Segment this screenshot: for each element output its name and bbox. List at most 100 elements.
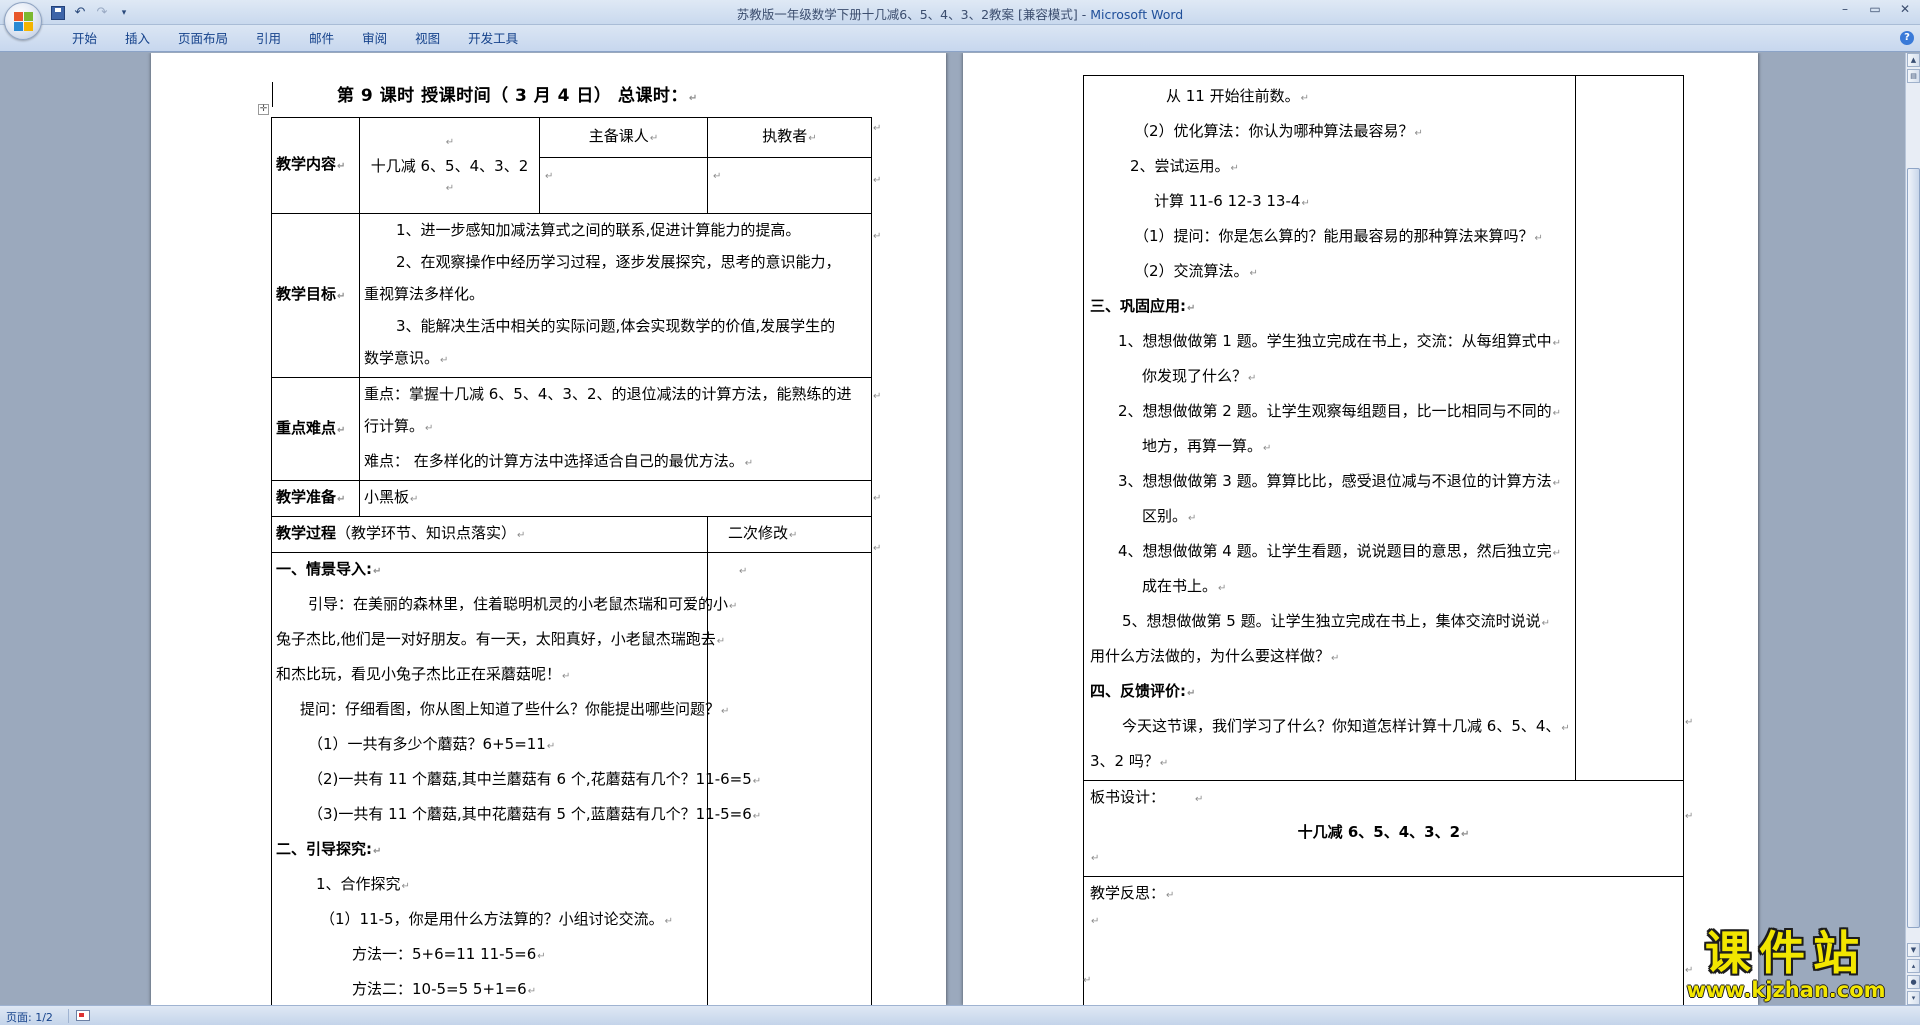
tab-insert[interactable]: 插入 [111, 30, 164, 48]
tab-references[interactable]: 引用 [242, 30, 295, 48]
lesson-heading-text: 第 9 课时 授课时间（ 3 月 4 日） 总课时： [337, 86, 688, 106]
keypoint-line: 行计算。↵ [364, 417, 434, 435]
revision-label: 二次修改↵ [707, 516, 872, 553]
prep-value: 小黑板↵ [359, 480, 872, 517]
text-cursor [272, 82, 273, 107]
board-design-title: 十几减 6、5、4、3、2↵ [1297, 823, 1470, 841]
reflection-cell[interactable]: 教学反思：↵ ↵ [1083, 876, 1684, 1005]
process-line: 今天这节课，我们学习了什么？你知道怎样计算十几减 6、5、4、↵ [1122, 717, 1570, 735]
preparer-label: 主备课人↵ [539, 117, 708, 158]
process-line: 四、反馈评价:↵ [1090, 682, 1196, 700]
process-line: 4、想想做做第 4 题。让学生看题，说说题目的意思，然后独立完↵ [1118, 542, 1562, 560]
process-line: （1）11-5，你是用什么方法算的？小组讨论交流。↵ [320, 910, 673, 928]
maximize-icon[interactable]: ▭ [1860, 0, 1890, 20]
help-icon[interactable]: ? [1900, 31, 1914, 45]
close-icon[interactable]: ✕ [1890, 0, 1920, 20]
process-line: 1、合作探究↵ [316, 875, 410, 893]
keypoint-line: 重点：掌握十几减 6、5、4、3、2、的退位减法的计算方法，能熟练的进 [364, 385, 852, 403]
status-bar: 页面: 1/2 [0, 1005, 1920, 1025]
process-cell-continued: 从 11 开始往前数。↵ （2）优化算法：你认为哪种算法最容易？↵ 2、尝试运用。↵… [1083, 75, 1576, 781]
process-line: 计算 11-6 12-3 13-4↵ [1154, 192, 1310, 210]
page-1[interactable]: 第 9 课时 授课时间（ 3 月 4 日） 总课时：↵ ✛ 教学内容↵ ↵ 十几减… [151, 53, 946, 1005]
ruler-toggle-icon[interactable]: ▤ [1907, 69, 1920, 83]
lesson-plan-table-continued: 从 11 开始往前数。↵ （2）优化算法：你认为哪种算法最容易？↵ 2、尝试运用。↵… [1083, 75, 1684, 1005]
prep-label: 教学准备↵ [271, 480, 360, 517]
tab-review[interactable]: 审阅 [348, 30, 401, 48]
keypoint-line: 难点： 在多样化的计算方法中选择适合自己的最优方法。↵ [364, 452, 754, 470]
process-line: （1）提问：你是怎么算的？能用最容易的那种算法来算吗？↵ [1134, 227, 1543, 245]
board-design-cell: 板书设计： ↵ 十几减 6、5、4、3、2↵ ↵ [1083, 780, 1684, 877]
process-line: 1、想想做做第 1 题。学生独立完成在书上，交流：从每组算式中↵ [1118, 332, 1562, 350]
title-bar: ↶ ↷ ▾ 苏教版一年级数学下册十几减6、5、4、3、2教案 [兼容模式] - … [0, 0, 1920, 25]
process-line: 3、想想做做第 3 题。算算比比，感受退位减与不退位的计算方法↵ [1118, 472, 1562, 490]
reflection-label: 教学反思：↵ [1090, 884, 1175, 902]
process-cell: 一、情景导入:↵ 引导：在美丽的森林里，住着聪明机灵的小老鼠杰瑞和可爱的小↵ 兔子杰… [271, 552, 762, 1005]
lesson-heading: 第 9 课时 授课时间（ 3 月 4 日） 总课时：↵ [337, 86, 698, 106]
process-line: （1）一共有多少个蘑菇？6+5=11↵ [308, 735, 556, 753]
next-page-icon[interactable]: ▾ [1907, 991, 1920, 1005]
preparer-value-cell[interactable]: ↵ [539, 157, 708, 214]
objective-line: 3、能解决生活中相关的实际问题,体会实现数学的价值,发展学生的 [396, 317, 836, 335]
scrollbar-thumb[interactable] [1907, 168, 1920, 928]
browse-object-icon[interactable]: ● [1907, 975, 1920, 989]
process-line: 引导：在美丽的森林里，住着聪明机灵的小老鼠杰瑞和可爱的小↵ [308, 595, 738, 613]
teaching-content-value: ↵ 十几减 6、5、4、3、2 ↵ [359, 117, 540, 214]
page-count-status[interactable]: 页面: 1/2 [6, 1009, 53, 1025]
revision-cell-continued[interactable] [1575, 75, 1684, 781]
site-watermark: 课件站 www.kjzhan.com [1668, 928, 1904, 1004]
process-line: 2、尝试运用。↵ [1130, 157, 1239, 175]
process-line: 二、引导探究:↵ [276, 840, 382, 858]
tab-mailings[interactable]: 邮件 [295, 30, 348, 48]
objective-line: 1、进一步感知加减法算式之间的联系,促进计算能力的提高。 [396, 221, 801, 239]
teacher-value-cell[interactable]: ↵ [707, 157, 872, 214]
keypoints-label: 重点难点↵ [271, 377, 360, 481]
process-line: 从 11 开始往前数。↵ [1166, 87, 1310, 105]
window-title: 苏教版一年级数学下册十几减6、5、4、3、2教案 [兼容模式] - Micros… [0, 4, 1920, 23]
tab-home[interactable]: 开始 [58, 30, 111, 48]
window-title-doc: 苏教版一年级数学下册十几减6、5、4、3、2教案 [兼容模式] - [736, 7, 1091, 22]
minimize-icon[interactable]: – [1830, 0, 1860, 20]
process-line: （2）交流算法。↵ [1134, 262, 1258, 280]
process-line: 提问：仔细看图，你从图上知道了些什么？你能提出哪些问题？↵ [300, 700, 730, 718]
teacher-label: 执教者↵ [707, 117, 872, 158]
tab-developer[interactable]: 开发工具 [454, 30, 532, 48]
scroll-up-icon[interactable]: ▲ [1907, 53, 1920, 67]
process-line: 2、想想做做第 2 题。让学生观察每组题目，比一比相同与不同的↵ [1118, 402, 1562, 420]
vertical-scrollbar[interactable]: ▲ ▤ ▼ ▴ ● ▾ [1905, 53, 1920, 1005]
process-line: 和杰比玩，看见小兔子杰比正在采蘑菇呢！↵ [276, 665, 571, 683]
watermark-main: 课件站 [1705, 926, 1867, 980]
table-move-handle-icon[interactable]: ✛ [258, 104, 269, 115]
objective-line: 2、在观察操作中经历学习过程，逐步发展探究，思考的意识能力， [396, 253, 841, 271]
process-line: 区别。↵ [1142, 507, 1197, 525]
process-line: （2）优化算法：你认为哪种算法最容易？↵ [1134, 122, 1423, 140]
watermark-url: www.kjzhan.com [1686, 978, 1886, 1002]
ribbon-tabs: 开始 插入 页面布局 引用 邮件 审阅 视图 开发工具 [58, 30, 532, 48]
process-line: 一、情景导入:↵ [276, 560, 382, 578]
objective-line: 重视算法多样化。 [364, 285, 485, 303]
proofing-status-icon[interactable] [76, 1010, 90, 1021]
process-line: 3、2 吗？↵ [1090, 752, 1169, 770]
tab-page-layout[interactable]: 页面布局 [164, 30, 242, 48]
process-line: 方法一：5+6=11 11-5=6↵ [352, 945, 546, 963]
objectives-cell: 1、进一步感知加减法算式之间的联系,促进计算能力的提高。 2、在观察操作中经历学… [359, 213, 872, 378]
objective-line: 数学意识。↵ [364, 349, 449, 367]
process-line: 地方，再算一算。↵ [1142, 437, 1272, 455]
window-title-app: Microsoft Word [1090, 7, 1184, 22]
lesson-plan-table: 教学内容↵ ↵ 十几减 6、5、4、3、2 ↵ 主备课人↵ 执教者↵ ↵ ↵ 教学目… [271, 117, 872, 1005]
objectives-label: 教学目标↵ [271, 213, 360, 378]
office-button[interactable] [4, 2, 42, 40]
scroll-down-icon[interactable]: ▼ [1907, 943, 1920, 957]
process-line: （2)一共有 11 个蘑菇,其中兰蘑菇有 6 个,花蘑菇有几个？11-6=5↵ [308, 770, 762, 788]
process-content-continued: 从 11 开始往前数。↵ （2）优化算法：你认为哪种算法最容易？↵ 2、尝试运用。↵… [1090, 80, 1570, 780]
process-line: 5、想想做做第 5 题。让学生独立完成在书上，集体交流时说说↵ [1122, 612, 1551, 630]
office-logo-icon [14, 12, 34, 32]
tab-view[interactable]: 视图 [401, 30, 454, 48]
previous-page-icon[interactable]: ▴ [1907, 959, 1920, 973]
ribbon: 开始 插入 页面布局 引用 邮件 审阅 视图 开发工具 ? [0, 25, 1920, 52]
process-line: 兔子杰比,他们是一对好朋友。有一天，太阳真好，小老鼠杰瑞跑去↵ [276, 630, 726, 648]
process-line: 三、巩固应用:↵ [1090, 297, 1196, 315]
process-line: 你发现了什么？↵ [1142, 367, 1257, 385]
board-design-label: 板书设计： ↵ [1090, 788, 1204, 806]
keypoints-cell: 重点：掌握十几减 6、5、4、3、2、的退位减法的计算方法，能熟练的进 行计算。… [359, 377, 872, 481]
page-2[interactable]: 从 11 开始往前数。↵ （2）优化算法：你认为哪种算法最容易？↵ 2、尝试运用。↵… [963, 53, 1758, 1005]
